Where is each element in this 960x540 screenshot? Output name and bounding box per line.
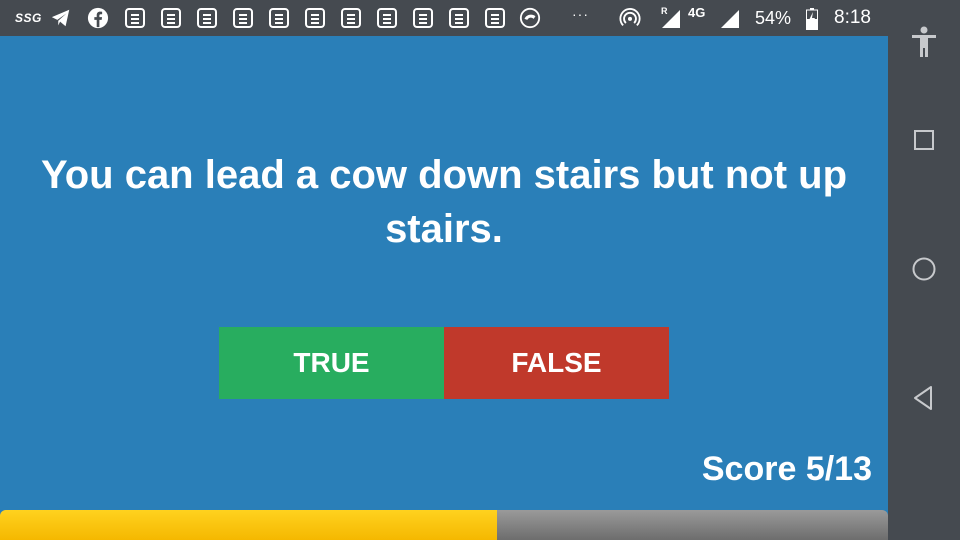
notification-icon	[125, 8, 145, 28]
recents-button[interactable]	[888, 110, 960, 170]
progress-bar	[0, 510, 888, 540]
hotspot-icon	[619, 8, 641, 26]
true-button[interactable]: TRUE	[219, 327, 444, 399]
notification-icon	[233, 8, 253, 28]
true-button-label: TRUE	[293, 347, 370, 378]
progress-fill	[0, 510, 498, 540]
battery-charging-icon	[806, 8, 818, 30]
notification-icon	[377, 8, 397, 28]
navigation-bar	[888, 0, 960, 540]
sync-icon	[519, 7, 541, 29]
notification-icon	[485, 8, 505, 28]
back-button[interactable]	[888, 368, 960, 428]
carrier-label: SSG	[15, 11, 42, 25]
overflow-dots: ···	[572, 6, 589, 22]
home-icon	[912, 257, 936, 281]
accessibility-icon	[912, 26, 936, 57]
notification-icon	[341, 8, 361, 28]
network-type-label: 4G	[688, 4, 706, 20]
notification-icon	[449, 8, 469, 28]
false-button-label: FALSE	[511, 347, 602, 378]
question-text: You can lead a cow down stairs but not u…	[41, 153, 847, 251]
accessibility-button[interactable]	[888, 12, 960, 72]
notification-icon	[161, 8, 181, 28]
notification-icon	[305, 8, 325, 28]
signal-icon	[662, 10, 680, 28]
status-bar: SSG ··· R 4G 54% 8:18	[0, 0, 888, 36]
recents-icon	[914, 130, 934, 150]
notification-icon	[269, 8, 289, 28]
clock: 8:18	[834, 7, 871, 28]
battery-percent: 54%	[755, 7, 792, 28]
home-button[interactable]	[888, 239, 960, 299]
telegram-icon	[51, 9, 70, 27]
facebook-icon	[87, 7, 109, 29]
signal-icon	[721, 10, 739, 28]
score-label: Score 5/13	[701, 450, 872, 488]
back-icon	[914, 386, 932, 410]
notification-icon	[197, 8, 217, 28]
false-button[interactable]: FALSE	[444, 327, 669, 399]
notification-icon	[413, 8, 433, 28]
